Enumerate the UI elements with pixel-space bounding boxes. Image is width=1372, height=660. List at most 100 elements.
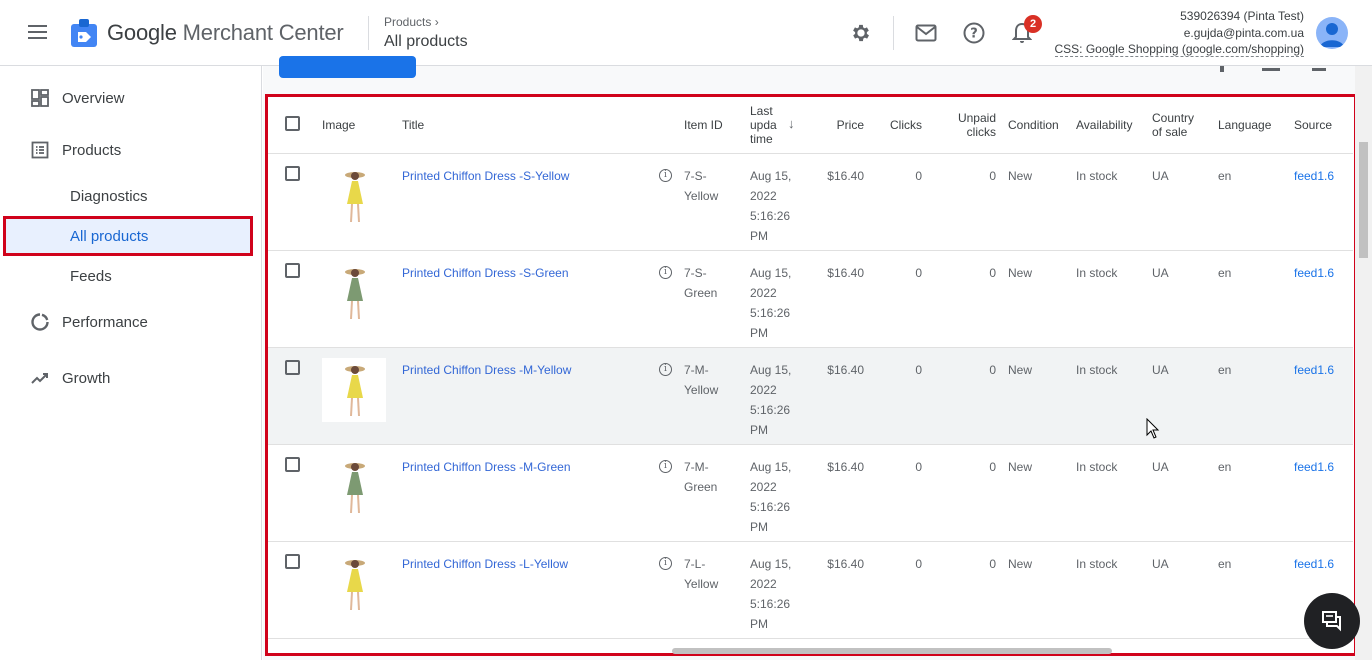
col-availability[interactable]: Availability	[1070, 97, 1146, 154]
table-row[interactable]: i Printed Chiffon Dress -S-Green 7-S- Green…	[268, 250, 1353, 348]
settings-icon[interactable]	[848, 20, 874, 46]
condition: New	[1002, 444, 1070, 542]
row-checkbox[interactable]	[285, 359, 300, 375]
language: en	[1212, 541, 1288, 639]
account-info[interactable]: 539026394 (Pinta Test) e.gujda@pinta.com…	[1054, 8, 1304, 58]
table-row[interactable]: i Printed Chiffon Dress -M-Green 7-M- Green…	[268, 444, 1353, 542]
product-thumbnail[interactable]	[322, 261, 386, 325]
product-title-link[interactable]: Printed Chiffon Dress -L-Yellow	[402, 557, 568, 571]
account-id: 539026394 (Pinta Test)	[1180, 9, 1304, 23]
product-title-link[interactable]: Printed Chiffon Dress -S-Yellow	[402, 169, 569, 183]
sidebar-item-products[interactable]: Products	[0, 132, 262, 168]
products-table: Image Title Item ID Last upda time ↓ Pric…	[268, 97, 1353, 639]
col-condition[interactable]: Condition	[1002, 97, 1070, 154]
sort-down-icon[interactable]: ↓	[788, 116, 795, 131]
source-link[interactable]: feed1.6	[1294, 557, 1334, 571]
columns-icon[interactable]	[1262, 68, 1280, 71]
source-link[interactable]: feed1.6	[1294, 169, 1334, 183]
sidebar-item-all-products[interactable]: All products	[3, 216, 253, 256]
source-link[interactable]: feed1.6	[1294, 363, 1334, 377]
help-icon[interactable]: ?	[961, 20, 987, 46]
more-options-icon[interactable]	[1220, 66, 1224, 72]
table-row[interactable]: i Printed Chiffon Dress -M-Yellow 7-M- Yell…	[268, 347, 1353, 445]
product-thumbnail[interactable]	[322, 552, 386, 616]
country: UA	[1146, 250, 1212, 348]
sidebar-item-diagnostics[interactable]: Diagnostics	[0, 179, 262, 213]
sidebar-item-overview[interactable]: Overview	[0, 80, 262, 116]
product-thumbnail[interactable]	[322, 455, 386, 519]
availability: In stock	[1070, 250, 1146, 348]
col-unpaid-clicks[interactable]: Unpaid clicks	[928, 97, 1002, 154]
merchant-logo-icon[interactable]	[70, 18, 98, 48]
chat-icon[interactable]	[1304, 593, 1360, 649]
mail-icon[interactable]	[913, 20, 939, 46]
clicks: 0	[870, 444, 928, 542]
info-icon[interactable]: i	[659, 459, 672, 473]
row-checkbox[interactable]	[285, 553, 300, 569]
unpaid-clicks: 0	[928, 250, 1002, 348]
source-cell: feed1.6	[1288, 250, 1353, 348]
info-icon[interactable]: i	[659, 168, 672, 182]
sidebar: Overview Products Diagnostics All produc…	[0, 66, 262, 660]
product-title-link[interactable]: Printed Chiffon Dress -M-Yellow	[402, 363, 571, 377]
price: $16.40	[814, 541, 870, 639]
sidebar-item-performance[interactable]: Performance	[0, 304, 262, 340]
clicks: 0	[870, 250, 928, 348]
unpaid-clicks: 0	[928, 541, 1002, 639]
last-updated: Aug 15, 2022 5:16:26 PM	[744, 153, 814, 251]
menu-icon[interactable]	[22, 21, 54, 45]
unpaid-clicks: 0	[928, 153, 1002, 251]
table-row[interactable]: i Printed Chiffon Dress -L-Yellow 7-L- Yell…	[268, 541, 1353, 639]
vertical-scrollbar-thumb[interactable]	[1359, 142, 1368, 258]
avatar-icon[interactable]	[1316, 17, 1348, 49]
condition: New	[1002, 347, 1070, 445]
source-link[interactable]: feed1.6	[1294, 266, 1334, 280]
row-checkbox[interactable]	[285, 262, 300, 278]
vertical-scrollbar[interactable]	[1355, 66, 1372, 660]
col-title[interactable]: Title	[396, 97, 678, 154]
row-checkbox[interactable]	[285, 165, 300, 181]
primary-action-button[interactable]	[279, 56, 416, 78]
col-last-update[interactable]: Last upda time ↓	[744, 97, 814, 154]
breadcrumb-parent[interactable]: Products ›	[384, 15, 439, 29]
source-link[interactable]: feed1.6	[1294, 460, 1334, 474]
sidebar-item-growth[interactable]: Growth	[0, 360, 262, 396]
horizontal-scrollbar[interactable]	[672, 648, 1112, 654]
price: $16.40	[814, 250, 870, 348]
country: UA	[1146, 541, 1212, 639]
sidebar-item-feeds-label: Feeds	[70, 267, 112, 285]
sidebar-item-products-label: Products	[62, 141, 122, 159]
price: $16.40	[814, 153, 870, 251]
condition: New	[1002, 541, 1070, 639]
products-table-container: Image Title Item ID Last upda time ↓ Pric…	[265, 94, 1357, 656]
product-thumbnail[interactable]	[322, 164, 386, 228]
top-app-bar: Google Merchant Center Products › All pr…	[0, 0, 1372, 66]
last-updated: Aug 15, 2022 5:16:26 PM	[744, 444, 814, 542]
sidebar-item-feeds[interactable]: Feeds	[0, 259, 262, 293]
growth-icon	[31, 373, 48, 384]
product-title-link[interactable]: Printed Chiffon Dress -M-Green	[402, 460, 571, 474]
last-updated: Aug 15, 2022 5:16:26 PM	[744, 347, 814, 445]
table-row[interactable]: i Printed Chiffon Dress -S-Yellow 7-S- Yell…	[268, 153, 1353, 251]
col-language[interactable]: Language	[1212, 97, 1288, 154]
info-icon[interactable]: i	[659, 362, 672, 376]
select-all-checkbox[interactable]	[285, 115, 300, 131]
product-image-cell	[316, 347, 396, 445]
col-price[interactable]: Price	[814, 97, 870, 154]
download-icon[interactable]	[1312, 68, 1326, 71]
col-clicks[interactable]: Clicks	[870, 97, 928, 154]
info-icon[interactable]: i	[659, 556, 672, 570]
col-source[interactable]: Source	[1288, 97, 1353, 154]
product-thumbnail[interactable]	[322, 357, 386, 422]
product-title-cell: i Printed Chiffon Dress -M-Yellow	[396, 347, 678, 445]
main-content: Image Title Item ID Last upda time ↓ Pric…	[263, 56, 1372, 660]
row-checkbox[interactable]	[285, 456, 300, 472]
info-icon[interactable]: i	[659, 265, 672, 279]
account-css[interactable]: CSS: Google Shopping (google.com/shoppin…	[1054, 42, 1304, 57]
col-item-id[interactable]: Item ID	[678, 97, 744, 154]
product-title-link[interactable]: Printed Chiffon Dress -S-Green	[402, 266, 569, 280]
app-title-rest: Merchant Center	[182, 20, 344, 45]
item-id: 7-L- Yellow	[678, 541, 744, 639]
app-title[interactable]: Google Merchant Center	[107, 20, 344, 46]
col-country[interactable]: Country of sale	[1146, 97, 1212, 154]
